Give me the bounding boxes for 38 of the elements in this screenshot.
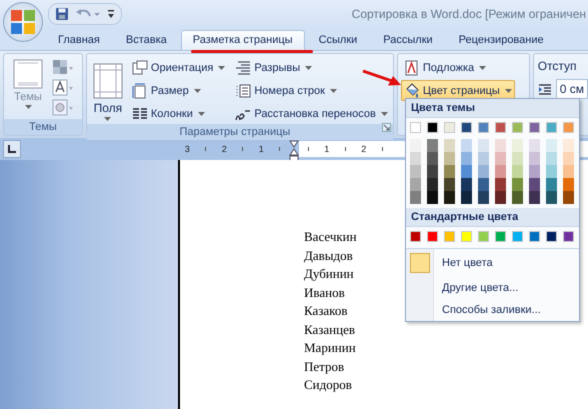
menu-item[interactable]: Способы заливки... bbox=[434, 302, 549, 318]
menu-item[interactable]: Нет цвета bbox=[434, 255, 501, 271]
ruler-number: 2 bbox=[360, 144, 368, 154]
line-numbers-button[interactable]: Номера строк bbox=[232, 80, 340, 101]
document-text-line: Петров bbox=[304, 358, 344, 376]
document-text-line: Васечкин bbox=[304, 228, 357, 246]
margins-button[interactable]: Поля bbox=[90, 57, 125, 124]
document-text-line: Сидоров bbox=[304, 376, 352, 394]
indent-label: Отступ bbox=[538, 59, 578, 73]
ribbon-tab[interactable]: Главная bbox=[46, 30, 112, 50]
ruler-number: 2 bbox=[220, 144, 228, 154]
ribbon-tab[interactable]: Рецензирование bbox=[446, 30, 556, 50]
group-label: Темы bbox=[4, 119, 82, 135]
ribbon-tab[interactable]: Рассылки bbox=[371, 30, 445, 50]
menu-item[interactable]: Другие цвета... bbox=[434, 280, 526, 296]
ribbon-tab[interactable]: Вставка bbox=[114, 30, 179, 50]
menu-heading: Цвета темы bbox=[406, 99, 579, 118]
indent-field[interactable]: 0 см bbox=[556, 79, 588, 99]
document-text-line: Казаков bbox=[304, 302, 348, 320]
document-text-line: Казанцев bbox=[304, 320, 355, 338]
group-label: Параметры страницы bbox=[86, 124, 393, 140]
ribbon-tab[interactable]: Ссылки bbox=[306, 30, 370, 50]
hyphenation-button[interactable]: Расстановка переносов bbox=[232, 103, 391, 124]
ruler-number: 3 bbox=[184, 144, 191, 154]
ribbon-tab[interactable]: Разметка страницы bbox=[180, 30, 305, 50]
breaks-button[interactable]: Разрывы bbox=[232, 57, 316, 78]
menu-heading: Стандартные цвета bbox=[406, 208, 579, 227]
orientation-button[interactable]: Ориентация bbox=[128, 57, 228, 78]
document-text-line: Дубинин bbox=[304, 265, 354, 283]
window-title: Сортировка в Word.doc [Режим ограничен bbox=[352, 7, 587, 21]
document-text-line: Маринин bbox=[304, 339, 356, 357]
ruler-number: 1 bbox=[323, 144, 330, 154]
columns-button[interactable]: Колонки bbox=[128, 103, 208, 124]
watermark-button[interactable]: Подложка bbox=[400, 57, 490, 78]
document-text-line: Иванов bbox=[304, 284, 345, 302]
size-button[interactable]: Размер bbox=[128, 80, 204, 101]
ruler-number: 1 bbox=[258, 144, 265, 154]
document-text-line: Давыдов bbox=[304, 246, 353, 265]
